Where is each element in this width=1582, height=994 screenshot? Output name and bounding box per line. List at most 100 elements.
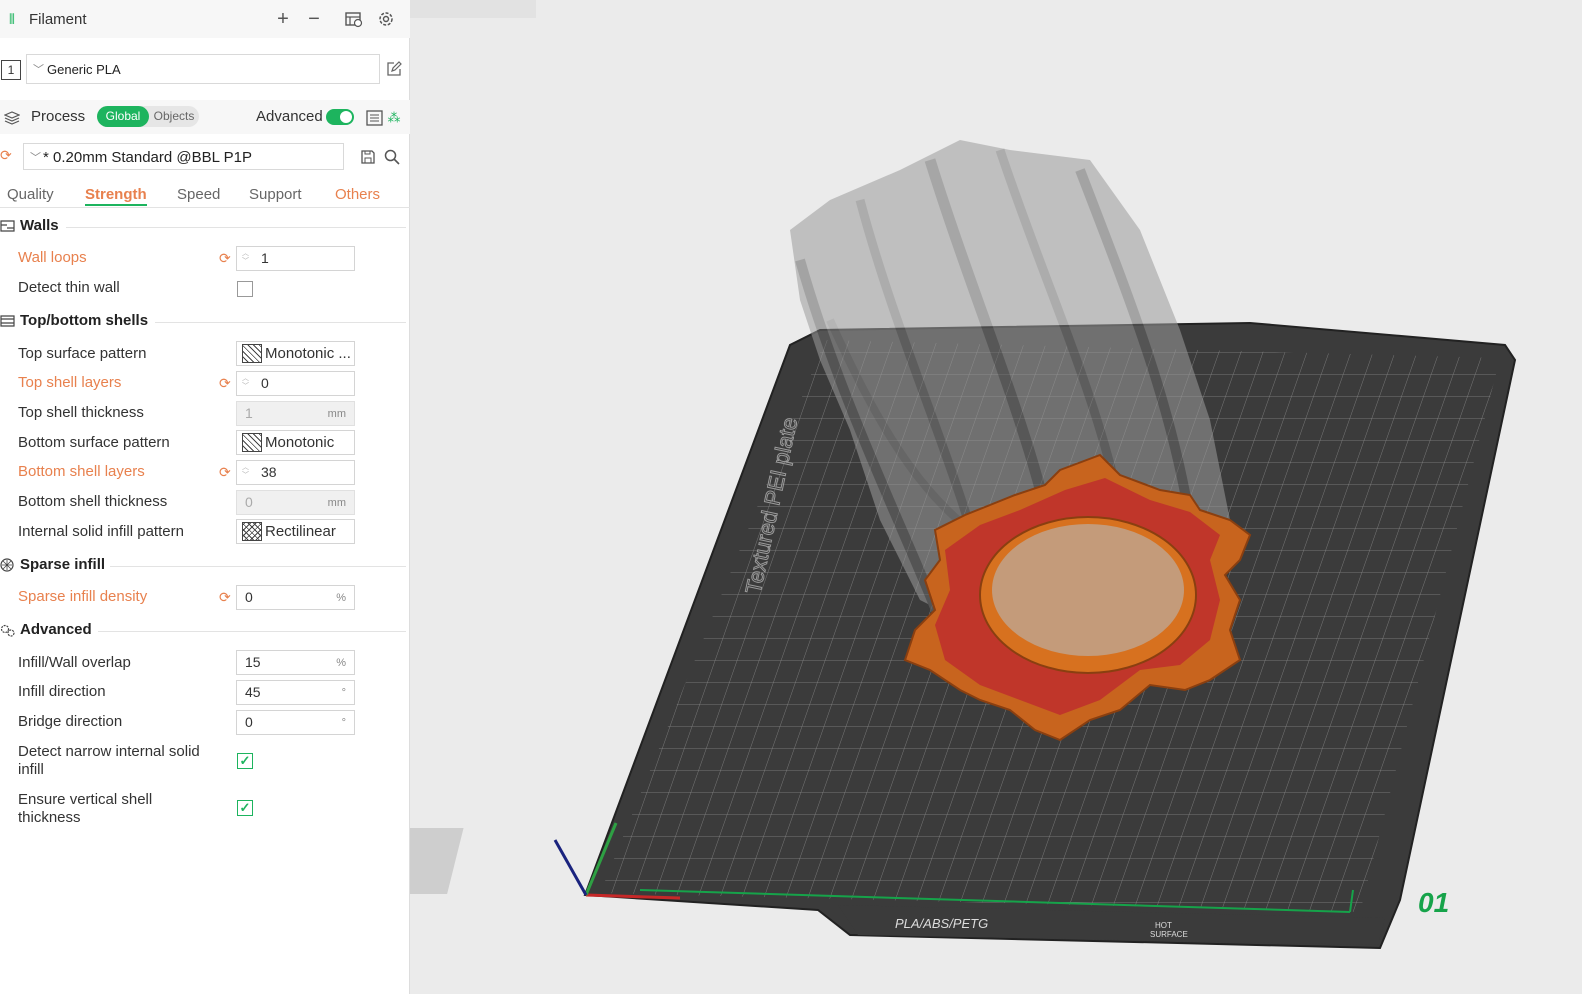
hot-surface-text-1: HOT <box>1155 921 1172 930</box>
detect-narrow-checkbox[interactable]: ✓ <box>237 753 253 769</box>
chevron-down-icon: ﹀ <box>30 152 41 164</box>
walls-icon <box>0 220 15 232</box>
unit-degree: ° <box>341 687 346 699</box>
section-advanced: Advanced <box>0 621 410 641</box>
unit-mm: mm <box>327 497 346 509</box>
label-top-shell-thickness: Top shell thickness <box>18 404 144 421</box>
ensure-vertical-checkbox[interactable]: ✓ <box>237 800 253 816</box>
reset-sparse-infill-density-icon[interactable]: ⟳ <box>219 589 231 606</box>
plate-brand-text: PLA/ABS/PETG <box>895 916 988 931</box>
infill-direction-input[interactable]: 45 ° <box>236 680 355 705</box>
label-wall-loops: Wall loops <box>18 249 87 266</box>
remove-filament-icon[interactable]: − <box>305 8 323 30</box>
unit-degree: ° <box>341 717 346 729</box>
filament-icon: ⦀ <box>8 10 16 27</box>
toggle-global[interactable]: Global <box>97 106 149 127</box>
search-icon[interactable] <box>383 148 400 165</box>
bottom-surface-pattern-value: Monotonic <box>265 434 335 451</box>
hot-surface-text-2: SURFACE <box>1150 930 1188 939</box>
sparse-infill-icon <box>0 558 14 572</box>
process-header: Process Global Objects Advanced ⁂ <box>0 100 410 134</box>
unit-percent: % <box>336 657 346 669</box>
sparse-infill-density-value: 0 <box>245 589 253 605</box>
process-layers-icon <box>4 110 20 126</box>
label-detect-narrow-line1: Detect narrow internal solid <box>18 743 200 760</box>
process-title: Process <box>31 108 86 125</box>
advanced-switch[interactable] <box>326 109 354 125</box>
sync-ams-icon[interactable] <box>345 10 363 28</box>
chevron-down-icon: ﹀ <box>33 64 44 76</box>
infill-wall-overlap-value: 15 <box>245 654 261 670</box>
section-walls: Walls <box>0 217 410 237</box>
add-filament-icon[interactable]: + <box>274 8 292 30</box>
label-infill-wall-overlap: Infill/Wall overlap <box>18 654 131 671</box>
process-preset-name: * 0.20mm Standard @BBL P1P <box>43 149 252 166</box>
section-sparse-infill: Sparse infill <box>0 556 410 576</box>
label-bottom-surface-pattern: Bottom surface pattern <box>18 434 170 451</box>
label-top-shell-layers: Top shell layers <box>18 374 122 391</box>
filament-settings-gear-icon[interactable] <box>377 10 395 28</box>
plate-corner-mark <box>410 828 464 894</box>
edit-filament-icon[interactable] <box>385 60 402 77</box>
filament-slot-badge[interactable]: 1 <box>1 60 21 80</box>
3d-viewport[interactable]: 01 Textured PEI plate PLA/ABS/PETG HOT S… <box>410 0 1582 994</box>
section-title-sparse-infill: Sparse infill <box>20 556 106 573</box>
section-title-advanced: Advanced <box>20 621 92 638</box>
monotonic-pattern-icon <box>242 433 262 452</box>
label-detect-thin-wall: Detect thin wall <box>18 279 120 296</box>
label-infill-direction: Infill direction <box>18 683 106 700</box>
top-surface-pattern-combo[interactable]: Monotonic ... <box>236 341 355 366</box>
bridge-direction-input[interactable]: 0 ° <box>236 710 355 735</box>
filament-preset-dropdown[interactable]: ﹀ Generic PLA <box>26 54 380 84</box>
bridge-direction-value: 0 <box>245 714 253 730</box>
wall-loops-input[interactable]: ︿ ﹀ 1 <box>236 246 355 271</box>
reset-wall-loops-icon[interactable]: ⟳ <box>219 250 231 267</box>
section-title-walls: Walls <box>20 217 59 234</box>
tab-quality[interactable]: Quality <box>7 186 54 203</box>
scene-svg: 01 Textured PEI plate PLA/ABS/PETG HOT S… <box>410 140 1517 950</box>
tab-speed[interactable]: Speed <box>177 186 220 203</box>
process-preset-dropdown[interactable]: ﹀ * 0.20mm Standard @BBL P1P <box>23 143 344 170</box>
tab-others[interactable]: Others <box>335 186 380 203</box>
settings-tabs: Quality Strength Speed Support Others <box>0 182 410 208</box>
toggle-objects[interactable]: Objects <box>151 106 197 127</box>
filament-preset-row: 1 ﹀ Generic PLA <box>0 52 410 86</box>
plate-settings-icon[interactable]: ⁂ <box>387 109 401 126</box>
label-bottom-shell-thickness: Bottom shell thickness <box>18 493 168 510</box>
viewport-top-strip <box>410 0 536 18</box>
save-preset-icon[interactable] <box>360 149 376 165</box>
detect-thin-wall-checkbox[interactable] <box>237 281 253 297</box>
section-top-bottom: Top/bottom shells <box>0 312 410 332</box>
label-top-surface-pattern: Top surface pattern <box>18 345 147 362</box>
filament-title: Filament <box>29 11 87 28</box>
bottom-shell-layers-input[interactable]: ︿ ﹀ 38 <box>236 460 355 485</box>
rectilinear-pattern-icon <box>242 522 262 541</box>
bottom-shell-thickness-value: 0 <box>245 494 253 510</box>
advanced-gears-icon <box>0 624 15 637</box>
shells-icon <box>0 315 15 327</box>
top-shell-layers-input[interactable]: ︿ ﹀ 0 <box>236 371 355 396</box>
tab-support[interactable]: Support <box>249 186 302 203</box>
reset-preset-icon[interactable]: ⟳ <box>0 147 12 164</box>
compare-list-icon[interactable] <box>366 109 383 126</box>
bottom-surface-pattern-combo[interactable]: Monotonic <box>236 430 355 455</box>
infill-wall-overlap-input[interactable]: 15% <box>236 650 355 675</box>
process-preset-row: ⟳ ﹀ * 0.20mm Standard @BBL P1P <box>0 140 410 174</box>
z-axis <box>553 839 588 896</box>
internal-solid-infill-pattern-combo[interactable]: Rectilinear <box>236 519 355 544</box>
monotonic-pattern-icon <box>242 344 262 363</box>
sparse-infill-density-input[interactable]: 0% <box>236 585 355 610</box>
global-objects-toggle[interactable]: Global Objects <box>97 106 199 127</box>
label-detect-narrow-line2: infill <box>18 761 44 778</box>
reset-bottom-shell-layers-icon[interactable]: ⟳ <box>219 464 231 481</box>
label-bottom-shell-layers: Bottom shell layers <box>18 463 145 480</box>
label-internal-solid-infill-pattern: Internal solid infill pattern <box>18 523 184 540</box>
tab-strength[interactable]: Strength <box>85 186 147 206</box>
label-ensure-vertical-line2: thickness <box>18 809 81 826</box>
section-title-top-bottom: Top/bottom shells <box>20 312 149 329</box>
internal-solid-infill-pattern-value: Rectilinear <box>265 523 336 540</box>
unit-percent: % <box>336 592 346 604</box>
top-shell-thickness-input: 1 mm <box>236 401 355 426</box>
plate-number: 01 <box>1418 887 1449 918</box>
reset-top-shell-layers-icon[interactable]: ⟳ <box>219 375 231 392</box>
